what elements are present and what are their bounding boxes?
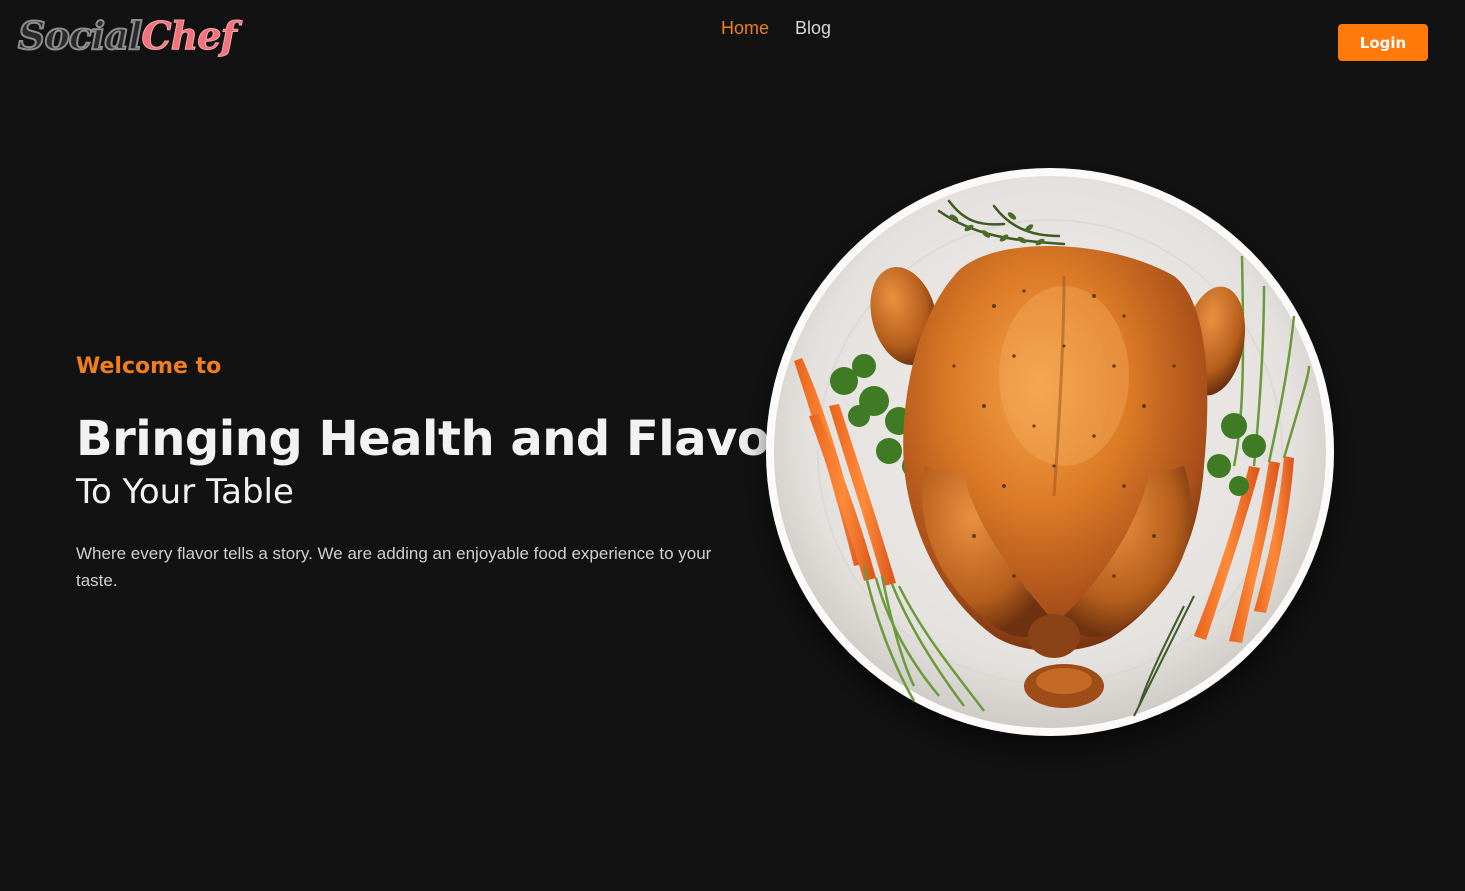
main-nav: Home Blog [721,18,831,39]
hero-section: Welcome to Bringing Health and Flavor To… [76,350,793,594]
roast-chicken-illustration [766,168,1334,736]
hero-welcome: Welcome to [76,354,222,379]
landing-page: SocialChef Home Blog Login Welcome to Br… [0,0,1465,891]
logo-text-social: Social [17,12,143,59]
brand-logo[interactable]: SocialChef [17,12,237,60]
hero-headline: Bringing Health and Flavor [76,411,793,467]
hero-food-image [764,166,1336,738]
hero-subheadline: To Your Table [76,472,294,512]
login-button[interactable]: Login [1338,24,1428,61]
hero-description: Where every flavor tells a story. We are… [76,544,712,590]
nav-item-blog[interactable]: Blog [795,18,831,39]
nav-item-home[interactable]: Home [721,18,769,39]
logo-text-chef: Chef [141,13,237,59]
